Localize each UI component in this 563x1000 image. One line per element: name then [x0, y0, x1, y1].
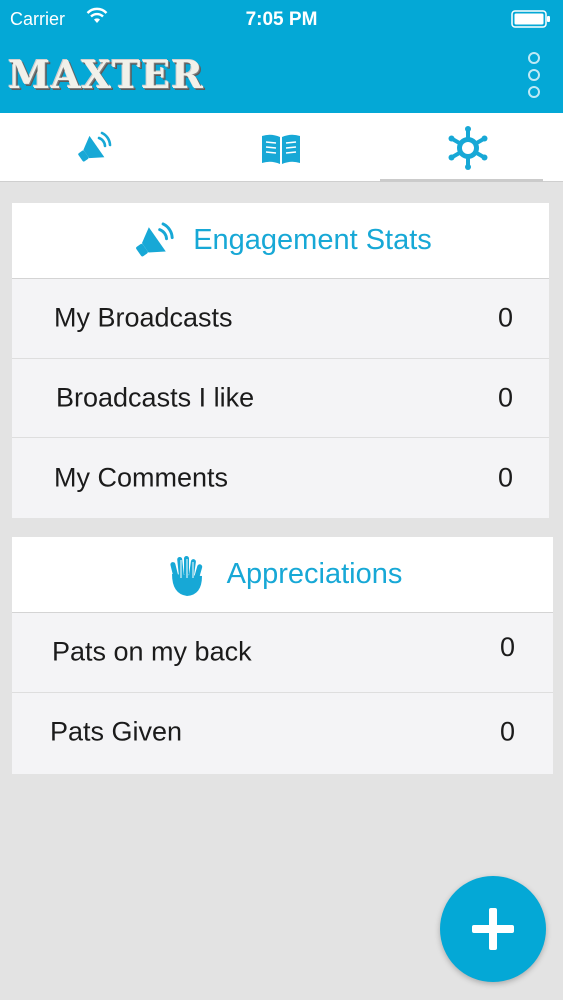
battery-icon	[511, 10, 550, 28]
app-logo: MAXTER	[8, 52, 204, 97]
tab-broadcasts[interactable]	[0, 113, 187, 182]
stat-value: 0	[497, 462, 513, 493]
plus-icon	[472, 908, 514, 950]
stat-row-my-comments[interactable]: My Comments 0	[12, 438, 549, 518]
app-header: Carrier 7:05 PM MAXTER	[0, 0, 563, 113]
status-bar: Carrier 7:05 PM	[0, 0, 563, 38]
stat-value: 0	[497, 302, 513, 333]
engagement-stats-title: Engagement Stats	[193, 224, 432, 256]
stat-row-my-broadcasts[interactable]: My Broadcasts 0	[12, 279, 549, 359]
appreciation-value: 0	[499, 632, 515, 663]
overflow-menu-button[interactable]	[525, 52, 543, 98]
tab-bar	[0, 113, 563, 182]
gear-star-icon	[448, 125, 487, 170]
appreciation-label: Pats on my back	[52, 636, 252, 667]
menu-dot-icon	[528, 86, 540, 98]
appreciation-value: 0	[499, 716, 515, 747]
engagement-stats-header: Engagement Stats	[12, 203, 549, 279]
appreciation-row-pats-given[interactable]: Pats Given 0	[12, 693, 553, 773]
appreciations-header: Appreciations	[12, 537, 553, 613]
megaphone-icon	[77, 131, 111, 162]
appreciations-card: Appreciations Pats on my back 0 Pats Giv…	[12, 537, 553, 774]
stat-label: My Comments	[54, 462, 229, 493]
tab-library[interactable]	[187, 113, 374, 182]
megaphone-icon	[136, 221, 174, 256]
appreciation-row-pats-on-my-back[interactable]: Pats on my back 0	[12, 613, 553, 693]
menu-dot-icon	[528, 52, 540, 64]
stat-label: Broadcasts I like	[56, 382, 255, 413]
status-time: 7:05 PM	[245, 9, 318, 30]
clapping-hands-icon	[170, 555, 202, 596]
engagement-stats-card: Engagement Stats My Broadcasts 0 Broadca…	[12, 203, 549, 518]
open-book-icon	[261, 134, 300, 164]
add-button[interactable]	[440, 876, 546, 982]
stat-value: 0	[497, 382, 513, 413]
appreciation-label: Pats Given	[50, 716, 183, 747]
appreciations-title: Appreciations	[226, 558, 403, 590]
stat-label: My Broadcasts	[54, 302, 233, 333]
stat-row-broadcasts-i-like[interactable]: Broadcasts I like 0	[12, 359, 549, 438]
tab-stats[interactable]	[374, 113, 561, 182]
menu-dot-icon	[528, 69, 540, 81]
